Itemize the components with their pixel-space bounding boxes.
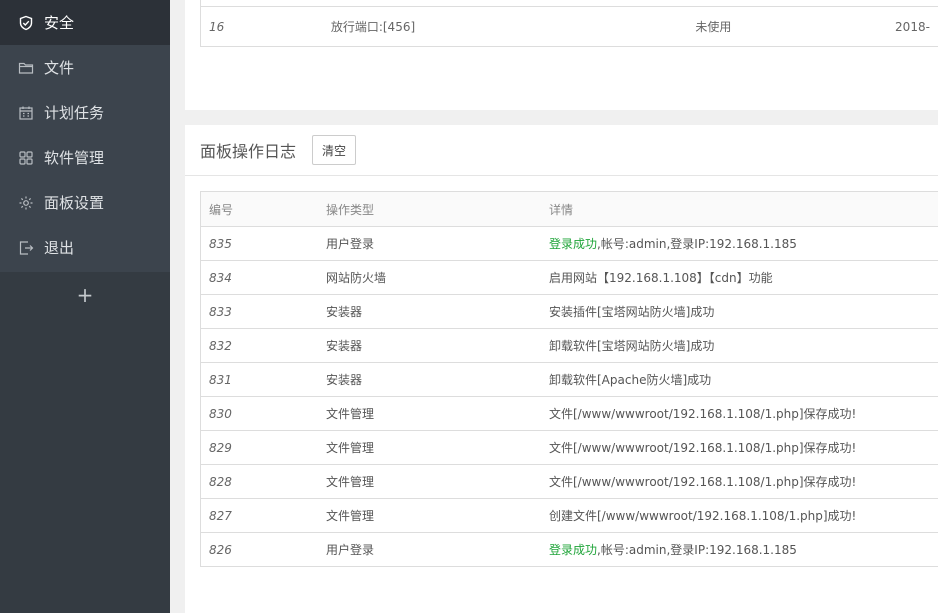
clear-log-button[interactable]: 清空 [312,135,357,165]
rule-name: 放行端口:[456] [330,20,416,34]
log-detail: 登录成功,帐号:admin,登录IP:192.168.1.185 [541,235,938,252]
log-id: 835 [209,236,232,251]
log-detail-text: 卸载软件[Apache防火墙]成功 [549,373,712,387]
firewall-table: 16 放行端口:[456] 未使用 2018- [200,0,938,47]
firewall-panel: 16 放行端口:[456] 未使用 2018- [185,0,938,110]
log-type: 网站防火墙 [326,271,387,285]
log-type: 文件管理 [326,407,375,421]
log-type: 安装器 [326,305,363,319]
sidebar-item-label: 退出 [44,239,75,257]
plus-icon: + [76,283,94,307]
sidebar-item-settings[interactable]: 面板设置 [0,180,170,225]
login-success-text: 登录成功 [549,237,598,251]
log-detail-text: ,帐号:admin,登录IP:192.168.1.185 [597,543,797,557]
log-table: 编号 操作类型 详情 835 用户登录 登录成功,帐号:admin,登录IP:192… [200,191,938,567]
log-detail-text: ,帐号:admin,登录IP:192.168.1.185 [597,237,797,251]
log-id: 834 [209,270,232,285]
log-detail: 卸载软件[宝塔网站防火墙]成功 [541,337,938,354]
log-detail: 启用网站【192.168.1.108】【cdn】功能 [541,269,938,286]
column-header-type: 操作类型 [326,202,375,217]
rule-id: 16 [209,19,225,34]
log-id: 827 [209,508,232,523]
table-row: 830 文件管理 文件[/www/wwwroot/192.168.1.108/1.p… [201,396,938,430]
log-detail-text: 文件[/www/wwwroot/192.168.1.108/1.php]保存成功… [549,441,857,455]
add-shortcut-button[interactable]: + [0,272,170,318]
grid-icon [18,150,34,166]
log-detail-text: 卸载软件[宝塔网站防火墙]成功 [549,339,715,353]
log-detail-text: 文件[/www/wwwroot/192.168.1.108/1.php]保存成功… [549,407,857,421]
column-header-detail: 详情 [549,202,574,217]
sidebar-item-label: 文件 [44,59,75,77]
log-type: 安装器 [326,339,363,353]
sidebar: 安全 文件 计划任务 软件管理 面板设置 退出 + [0,0,170,613]
gear-icon [18,195,34,211]
log-type: 用户登录 [326,237,375,251]
log-detail-text: 启用网站【192.168.1.108】【cdn】功能 [549,271,773,285]
log-id: 833 [209,304,232,319]
sidebar-item-label: 软件管理 [44,149,105,167]
table-row: 834 网站防火墙 启用网站【192.168.1.108】【cdn】功能 [201,260,938,294]
log-detail: 文件[/www/wwwroot/192.168.1.108/1.php]保存成功… [541,405,938,422]
log-id: 830 [209,406,232,421]
rule-status: 未使用 [695,20,732,34]
log-title: 面板操作日志 [200,142,297,161]
log-detail-text: 文件[/www/wwwroot/192.168.1.108/1.php]保存成功… [549,475,857,489]
sidebar-item-crontab[interactable]: 计划任务 [0,90,170,135]
log-id: 829 [209,440,232,455]
table-row: 827 文件管理 创建文件[/www/wwwroot/192.168.1.108/1… [201,498,938,532]
sidebar-footer: + [0,272,170,613]
sidebar-item-label: 计划任务 [44,104,105,122]
table-row: 833 安装器 安装插件[宝塔网站防火墙]成功 [201,294,938,328]
log-detail: 登录成功,帐号:admin,登录IP:192.168.1.185 [541,541,938,558]
log-id: 828 [209,474,232,489]
sidebar-nav: 安全 文件 计划任务 软件管理 面板设置 退出 [0,0,170,270]
main-content: 16 放行端口:[456] 未使用 2018- 面板操作日志 清空 编号 操作类… [185,0,938,613]
log-type: 文件管理 [326,475,375,489]
log-detail: 安装插件[宝塔网站防火墙]成功 [541,303,938,320]
sidebar-item-files[interactable]: 文件 [0,45,170,90]
log-id: 826 [209,542,232,557]
rule-time: 2018- [895,19,930,34]
table-row: 16 放行端口:[456] 未使用 2018- [201,6,938,46]
table-row: 831 安装器 卸载软件[Apache防火墙]成功 [201,362,938,396]
log-type: 安装器 [326,373,363,387]
sidebar-item-logout[interactable]: 退出 [0,225,170,270]
log-detail-text: 创建文件[/www/wwwroot/192.168.1.108/1.php]成功… [549,509,857,523]
log-header: 面板操作日志 清空 [185,125,938,176]
log-detail: 文件[/www/wwwroot/192.168.1.108/1.php]保存成功… [541,439,938,456]
shield-icon [18,15,34,31]
log-detail-text: 安装插件[宝塔网站防火墙]成功 [549,305,715,319]
logout-icon [18,240,34,256]
column-header-id: 编号 [209,202,234,217]
calendar-icon [18,105,34,121]
log-type: 文件管理 [326,509,375,523]
sidebar-item-security[interactable]: 安全 [0,0,170,45]
table-row: 826 用户登录 登录成功,帐号:admin,登录IP:192.168.1.185 [201,532,938,566]
log-type: 用户登录 [326,543,375,557]
table-header: 编号 操作类型 详情 [201,192,938,226]
table-row: 828 文件管理 文件[/www/wwwroot/192.168.1.108/1.p… [201,464,938,498]
operation-log-panel: 面板操作日志 清空 编号 操作类型 详情 835 用户登录 登录成功,帐号:admi… [185,125,938,613]
log-type: 文件管理 [326,441,375,455]
sidebar-item-label: 安全 [44,14,75,32]
sidebar-item-label: 面板设置 [44,194,105,212]
login-success-text: 登录成功 [549,543,598,557]
log-id: 831 [209,372,232,387]
log-detail: 创建文件[/www/wwwroot/192.168.1.108/1.php]成功… [541,507,938,524]
log-detail: 卸载软件[Apache防火墙]成功 [541,371,938,388]
table-row: 835 用户登录 登录成功,帐号:admin,登录IP:192.168.1.185 [201,226,938,260]
sidebar-item-software[interactable]: 软件管理 [0,135,170,180]
folder-icon [18,60,34,76]
table-row: 829 文件管理 文件[/www/wwwroot/192.168.1.108/1.p… [201,430,938,464]
table-row: 832 安装器 卸载软件[宝塔网站防火墙]成功 [201,328,938,362]
log-id: 832 [209,338,232,353]
log-detail: 文件[/www/wwwroot/192.168.1.108/1.php]保存成功… [541,473,938,490]
